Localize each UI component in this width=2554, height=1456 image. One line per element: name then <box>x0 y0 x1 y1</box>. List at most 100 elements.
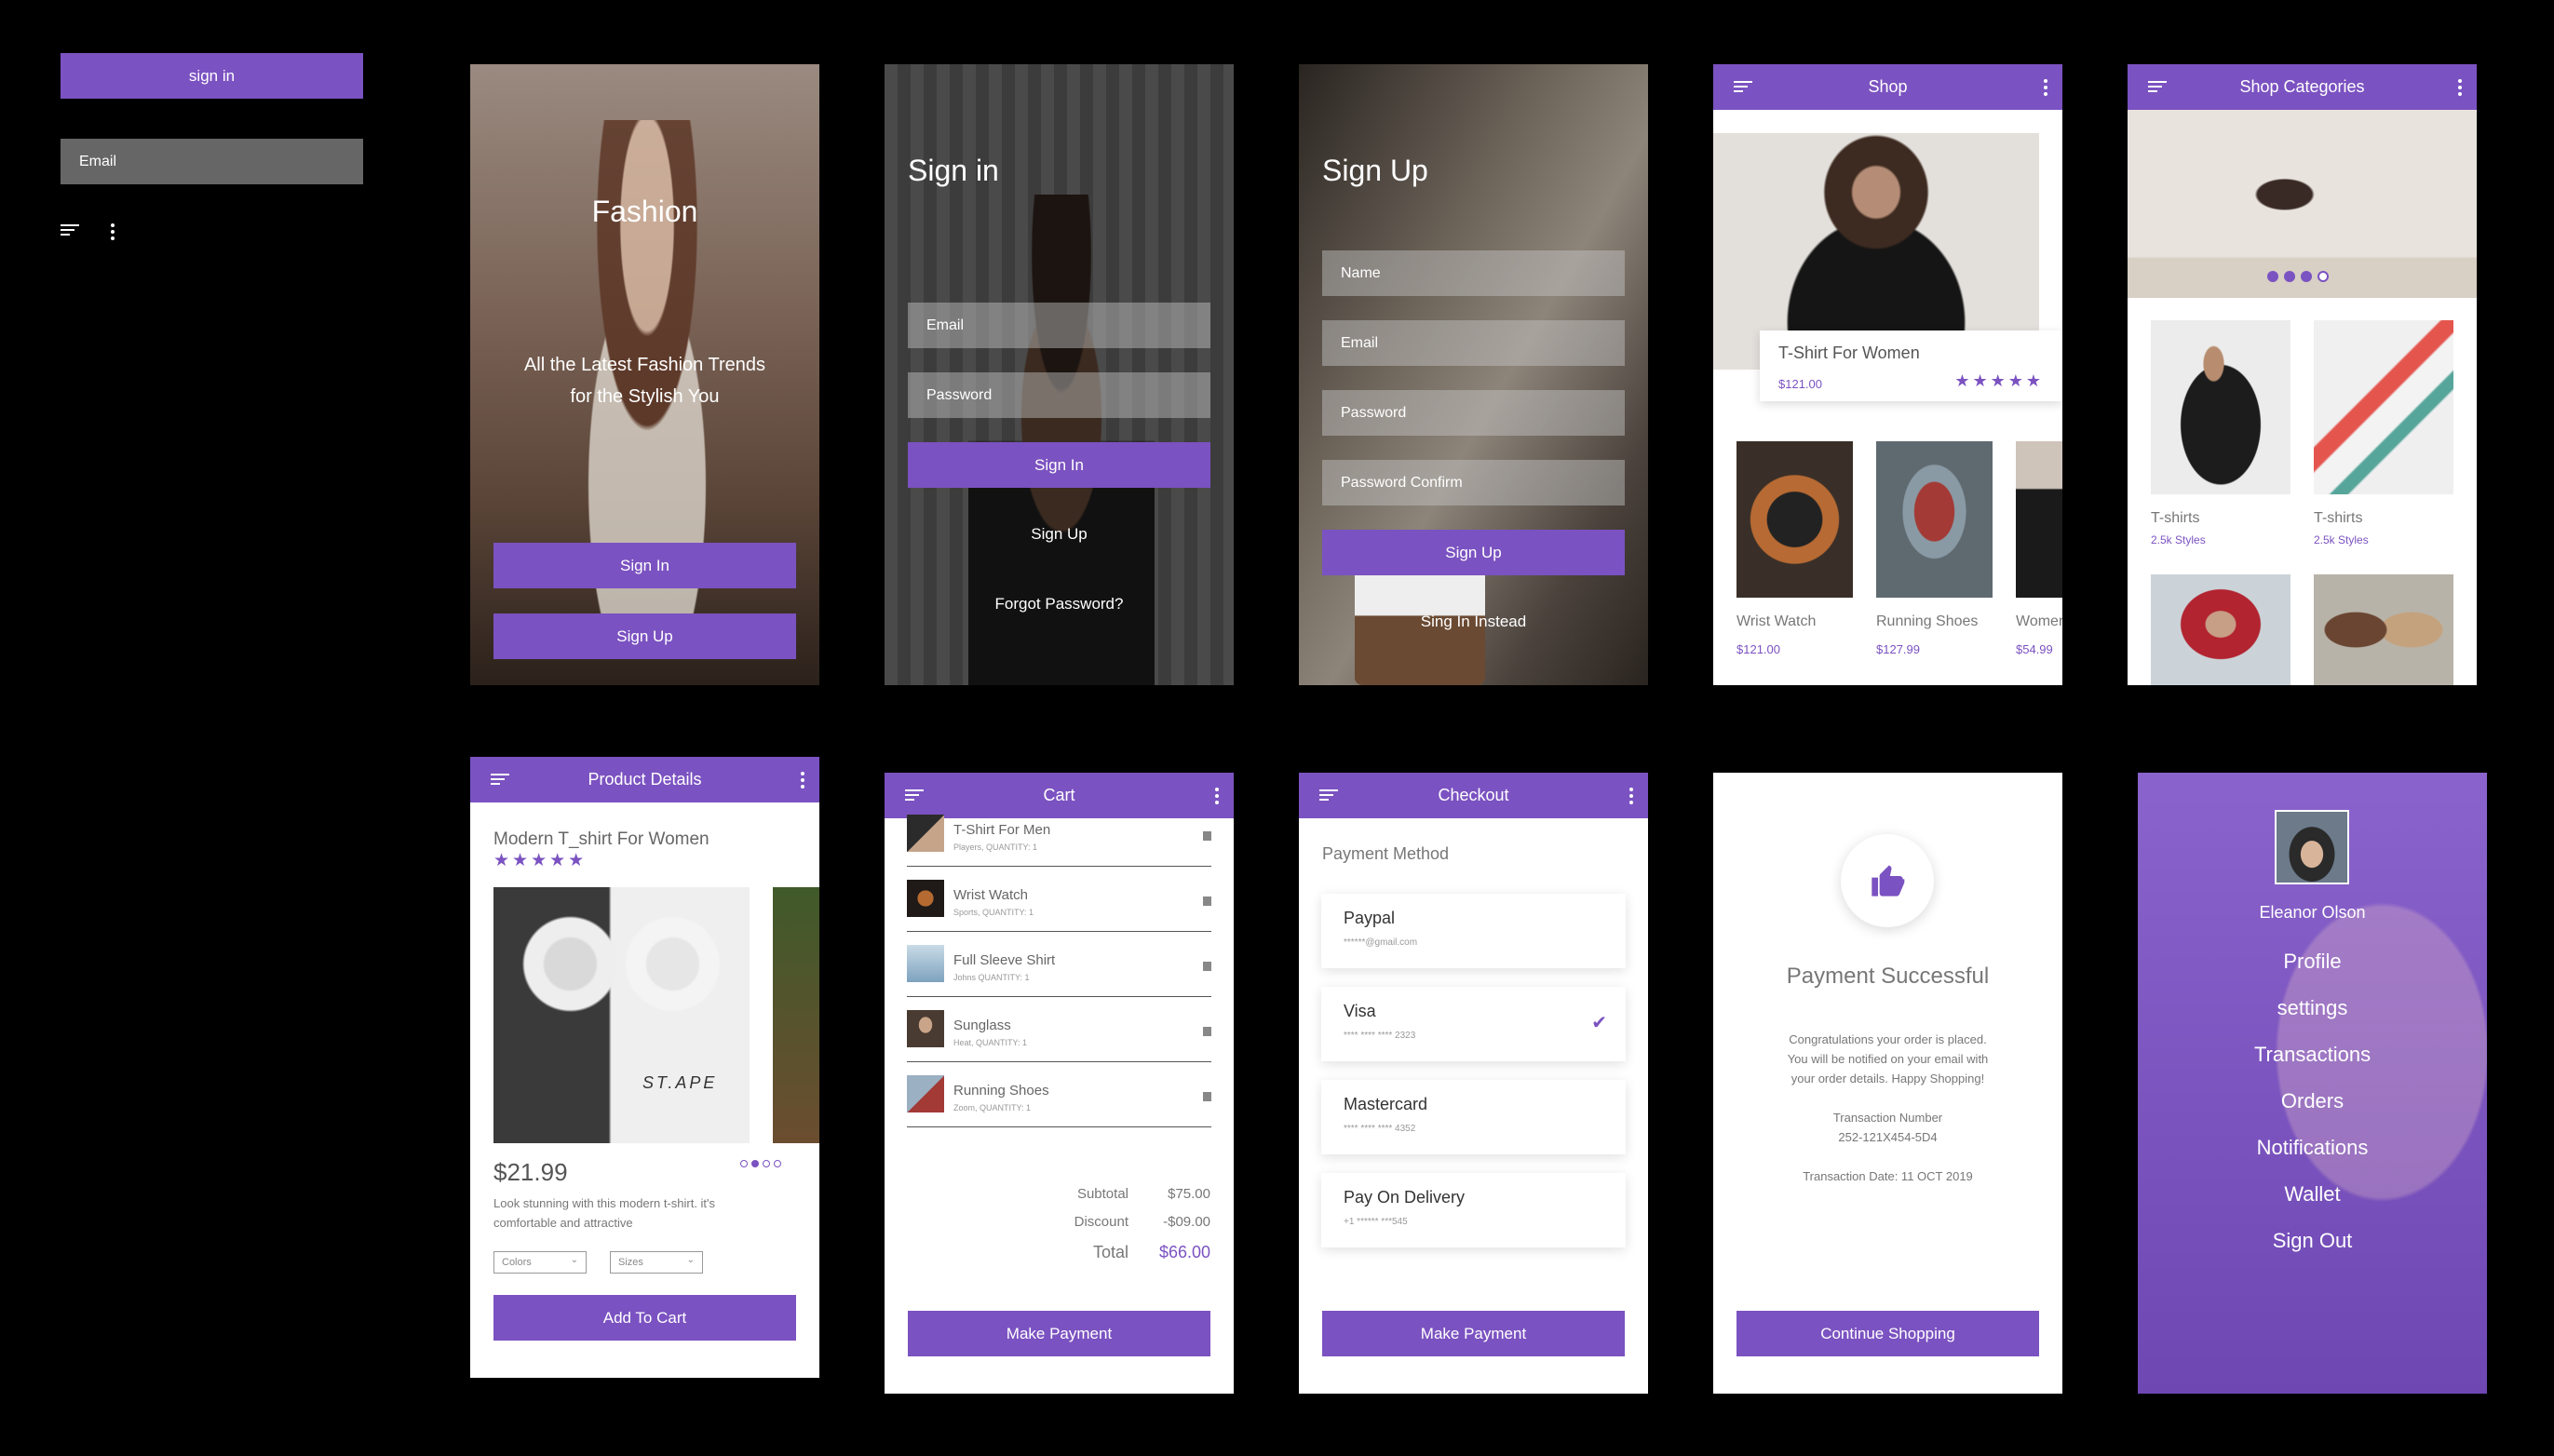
delete-icon[interactable] <box>1203 1027 1211 1036</box>
continue-shopping-button[interactable]: Continue Shopping <box>1736 1311 2039 1356</box>
menu-item-sign-out[interactable]: Sign Out <box>2138 1229 2487 1253</box>
fashion-sign-up-button[interactable]: Sign Up <box>493 613 796 659</box>
shop-item-2-image[interactable] <box>1876 441 1993 598</box>
colors-select-label: Colors <box>502 1257 532 1268</box>
check-icon: ✔ <box>1591 1013 1607 1033</box>
category-1-image[interactable] <box>2151 320 2290 494</box>
delete-icon[interactable] <box>1203 831 1211 841</box>
category-1-name: T-shirts <box>2151 510 2200 526</box>
screen-shop-categories: Shop Categories T-shirts 2.5k Styles T-s… <box>2128 64 2477 685</box>
payment-success-title: Payment Successful <box>1786 964 1990 989</box>
cart-item[interactable]: Sunglass Heat, QUANTITY: 1 <box>907 997 1211 1062</box>
sign-in-instead-link[interactable]: Sing In Instead <box>1299 613 1648 631</box>
sign-up-name-field[interactable]: Name <box>1322 250 1625 296</box>
cart-item[interactable]: Wrist Watch Sports, QUANTITY: 1 <box>907 867 1211 932</box>
cart-item[interactable]: T-Shirt For Men Players, QUANTITY: 1 <box>907 802 1211 867</box>
featured-product-name: T-Shirt For Women <box>1778 344 1920 362</box>
sign-in-email-field[interactable]: Email <box>908 303 1210 348</box>
forgot-password-link[interactable]: Forgot Password? <box>885 595 1234 613</box>
chevron-down-icon: ⌄ <box>686 1255 695 1265</box>
colors-select[interactable]: Colors ⌄ <box>493 1251 587 1274</box>
cart-item-name: Running Shoes <box>953 1083 1049 1099</box>
shop-app-bar: Shop <box>1713 64 2062 110</box>
cart-item-name: T-Shirt For Men <box>953 822 1051 838</box>
category-4-image[interactable] <box>2314 574 2453 685</box>
menu-item-profile[interactable]: Profile <box>2138 950 2487 974</box>
payment-option-visa[interactable]: Visa **** **** **** 2323 ✔ <box>1321 987 1626 1061</box>
featured-product-card[interactable]: T-Shirt For Women $121.00 ★★★★★ <box>1760 330 2062 401</box>
image-carousel-dots[interactable] <box>740 1160 781 1167</box>
transaction-number-label: Transaction Number <box>1832 1111 1943 1125</box>
more-icon[interactable] <box>1215 788 1219 804</box>
total-value: $66.00 <box>1158 1243 1210 1261</box>
more-icon[interactable] <box>801 772 804 789</box>
cart-item-meta: Heat, QUANTITY: 1 <box>953 1038 1028 1047</box>
total-label: Total <box>1092 1243 1128 1261</box>
cart-item-meta: Zoom, QUANTITY: 1 <box>953 1103 1032 1112</box>
category-3-image[interactable] <box>2151 574 2290 685</box>
screen-fashion-landing: Fashion All the Latest Fashion Trends fo… <box>470 64 819 685</box>
shop-item-2-price: $127.99 <box>1876 642 1920 656</box>
menu-icon[interactable] <box>1319 789 1338 802</box>
screen-cart: Cart T-Shirt For Men Players, QUANTITY: … <box>885 773 1234 1394</box>
menu-item-notifications[interactable]: Notifications <box>2138 1136 2487 1160</box>
product-image-next[interactable] <box>773 887 819 1143</box>
thumbs-up-icon <box>1841 834 1934 927</box>
menu-item-settings[interactable]: settings <box>2138 996 2487 1020</box>
cart-item[interactable]: Full Sleeve Shirt Johns QUANTITY: 1 <box>907 932 1211 997</box>
menu-item-orders[interactable]: Orders <box>2138 1089 2487 1113</box>
success-message-2: You will be notified on your email with <box>1787 1052 1989 1066</box>
avatar[interactable] <box>2275 810 2349 884</box>
make-payment-button[interactable]: Make Payment <box>908 1311 1210 1356</box>
sign-up-password-field[interactable]: Password <box>1322 390 1625 436</box>
sign-in-password-field[interactable]: Password <box>908 372 1210 418</box>
product-description-2: comfortable and attractive <box>493 1216 633 1230</box>
more-icon[interactable] <box>2458 79 2462 96</box>
banner-carousel-dots[interactable] <box>2267 271 2342 284</box>
sample-email-field[interactable]: Email <box>61 139 363 184</box>
checkout-make-payment-button[interactable]: Make Payment <box>1322 1311 1625 1356</box>
shirt-print: ST.APE <box>642 1073 718 1092</box>
menu-icon[interactable] <box>491 774 509 787</box>
shop-item-1-image[interactable] <box>1736 441 1853 598</box>
discount-value: -$09.00 <box>1163 1214 1210 1230</box>
cart-item[interactable]: Running Shoes Zoom, QUANTITY: 1 <box>907 1062 1211 1127</box>
sample-kebab-icon[interactable] <box>111 223 115 240</box>
sample-menu-icon[interactable] <box>61 224 79 237</box>
delete-icon[interactable] <box>1203 897 1211 906</box>
subtotal-label: Subtotal <box>1076 1186 1128 1202</box>
sign-up-submit-button[interactable]: Sign Up <box>1322 530 1625 575</box>
menu-icon[interactable] <box>1734 81 1752 94</box>
sign-up-email-field[interactable]: Email <box>1322 320 1625 366</box>
sign-in-submit-button[interactable]: Sign In <box>908 442 1210 488</box>
sign-in-sign-up-link[interactable]: Sign Up <box>885 525 1234 544</box>
payment-option-name: Visa <box>1344 1002 1376 1020</box>
payment-method-heading: Payment Method <box>1322 844 1450 863</box>
fashion-sign-in-button[interactable]: Sign In <box>493 543 796 588</box>
product-app-bar: Product Details <box>470 757 819 802</box>
menu-item-wallet[interactable]: Wallet <box>2138 1182 2487 1207</box>
sample-sign-in-button[interactable]: sign in <box>61 53 363 99</box>
payment-option-paypal[interactable]: Paypal ******@gmail.com <box>1321 894 1626 968</box>
more-icon[interactable] <box>2044 79 2047 96</box>
cart-item-thumbnail <box>907 815 944 852</box>
menu-icon[interactable] <box>905 789 924 802</box>
payment-option-delivery[interactable]: Pay On Delivery +1 ****** ***545 <box>1321 1173 1626 1247</box>
categories-banner-image[interactable] <box>2128 110 2477 298</box>
delete-icon[interactable] <box>1203 1092 1211 1101</box>
shop-item-3-image[interactable] <box>2016 441 2062 598</box>
shop-item-1-name: Wrist Watch <box>1736 613 1817 629</box>
sizes-select[interactable]: Sizes ⌄ <box>610 1251 703 1274</box>
add-to-cart-button[interactable]: Add To Cart <box>493 1295 796 1341</box>
delete-icon[interactable] <box>1203 962 1211 971</box>
menu-icon[interactable] <box>2148 81 2167 94</box>
payment-option-name: Mastercard <box>1344 1095 1428 1113</box>
menu-item-transactions[interactable]: Transactions <box>2138 1043 2487 1067</box>
featured-product-rating: ★★★★★ <box>1954 371 2044 390</box>
more-icon[interactable] <box>1629 788 1633 804</box>
sign-up-confirm-field[interactable]: Password Confirm <box>1322 460 1625 506</box>
product-image[interactable]: ST.APE <box>493 887 750 1143</box>
category-2-image[interactable] <box>2314 320 2453 494</box>
payment-option-mastercard[interactable]: Mastercard **** **** **** 4352 <box>1321 1080 1626 1154</box>
category-2-name: T-shirts <box>2314 510 2363 526</box>
